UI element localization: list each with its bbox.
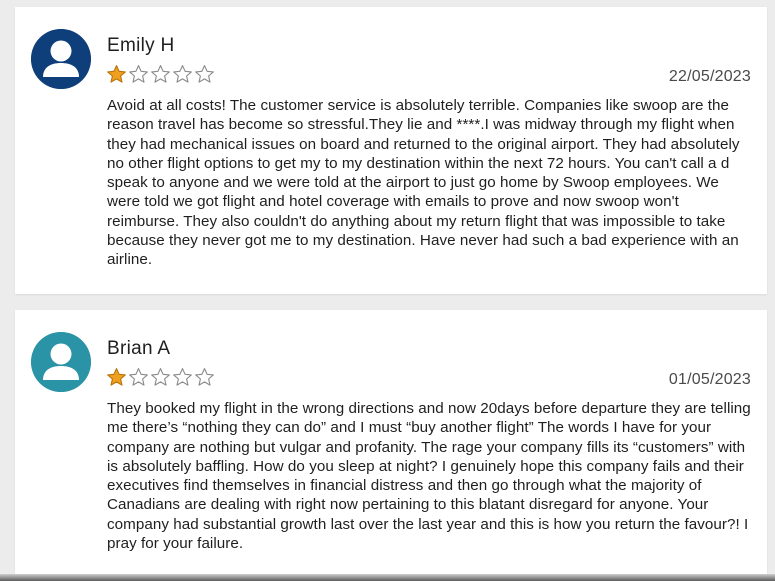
review-card: Brian A 01/05/2023 They booked my flight… [15, 310, 767, 574]
star-empty-icon [150, 367, 171, 388]
star-rating [106, 367, 215, 388]
star-empty-icon [128, 367, 149, 388]
star-empty-icon [128, 64, 149, 85]
user-icon [31, 332, 91, 392]
review-date: 01/05/2023 [668, 371, 751, 388]
star-empty-icon [194, 367, 215, 388]
reviewer-name: Emily H [107, 35, 175, 56]
review-text: Avoid at all costs! The customer service… [107, 97, 740, 269]
window-bottom-edge [0, 574, 775, 581]
reviewer-name: Brian A [107, 338, 171, 359]
star-empty-icon [172, 64, 193, 85]
user-icon [31, 29, 91, 89]
review-card: Emily H 22/05/2023 Avoid at all costs! T… [15, 7, 767, 294]
star-filled-icon [106, 367, 127, 388]
star-empty-icon [172, 367, 193, 388]
star-empty-icon [194, 64, 215, 85]
star-filled-icon [106, 64, 127, 85]
star-rating [106, 64, 215, 85]
avatar [31, 332, 91, 392]
review-date: 22/05/2023 [668, 68, 751, 85]
star-empty-icon [150, 64, 171, 85]
review-text: They booked my flight in the wrong direc… [107, 400, 751, 553]
avatar [31, 29, 91, 89]
